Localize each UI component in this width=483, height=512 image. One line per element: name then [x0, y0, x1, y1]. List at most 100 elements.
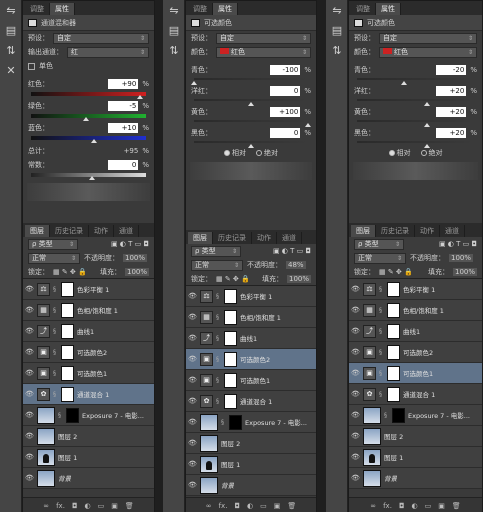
tab-layers-3[interactable]: 通道	[114, 225, 139, 237]
eye-icon[interactable]: 👁	[188, 334, 197, 342]
layer-row[interactable]: 👁 § Exposure 7 - 电影...	[349, 405, 482, 426]
layer-row[interactable]: 👁 § Exposure 7 - 电影...	[23, 405, 154, 426]
layer-mask[interactable]	[392, 407, 405, 423]
layers-action-icon[interactable]: fx.	[56, 502, 65, 510]
layer-mask[interactable]	[224, 330, 237, 346]
layer-mask[interactable]	[61, 323, 74, 339]
blend-mode-dropdown[interactable]: 正常	[191, 259, 243, 271]
layer-thumbnail[interactable]	[200, 413, 218, 431]
mask-tool-icon[interactable]: ▤	[0, 20, 22, 40]
slider-value-input[interactable]: +20	[436, 86, 467, 96]
eye-icon[interactable]: 👁	[25, 390, 34, 398]
eye-icon[interactable]: 👁	[351, 369, 360, 377]
eye-icon[interactable]: 👁	[188, 418, 197, 426]
eye-icon[interactable]: 👁	[25, 306, 34, 314]
slider-value-input[interactable]: +20	[436, 107, 467, 117]
eye-icon[interactable]: 👁	[25, 432, 34, 440]
layer-row[interactable]: 👁 ⤴ § 曲线1	[349, 321, 482, 342]
layers-action-icon[interactable]: ◐	[411, 502, 417, 510]
layer-mask[interactable]	[61, 386, 74, 402]
layer-row[interactable]: 👁 ▣ § 可选颜色2	[23, 342, 154, 363]
lock-icons[interactable]: ▦ ✎ ✥ 🔒	[53, 268, 87, 276]
layers-action-icon[interactable]: ◐	[247, 502, 253, 510]
layer-row[interactable]: 👁 背景	[349, 468, 482, 489]
slider-thumb[interactable]	[424, 102, 431, 106]
layers-action-icon[interactable]: ∞	[206, 502, 212, 510]
layers-action-icon[interactable]: 🗑	[125, 502, 134, 510]
filter-icons[interactable]: ▣ ◐ T ▭ ◘	[111, 240, 149, 248]
layers-action-icon[interactable]: ▣	[111, 502, 118, 510]
slider-track[interactable]	[357, 120, 474, 127]
layer-thumbnail[interactable]	[37, 406, 55, 424]
tab-layers-0[interactable]: 图层	[351, 225, 376, 237]
kind-filter-dropdown[interactable]: ρ 类型	[354, 238, 404, 250]
mask-tool-icon[interactable]: ▤	[163, 20, 185, 40]
eye-icon[interactable]: 👁	[25, 285, 34, 293]
kind-filter-dropdown[interactable]: ρ 类型	[191, 245, 241, 257]
tab-layers-1[interactable]: 历史记录	[50, 225, 89, 237]
tab-properties[interactable]: 属性	[50, 3, 75, 15]
layer-row[interactable]: 👁 ▦ § 色相/饱和度 1	[186, 307, 316, 328]
eye-icon[interactable]: 👁	[351, 327, 360, 335]
tab-layers-3[interactable]: 通道	[440, 225, 465, 237]
layer-thumbnail[interactable]	[37, 427, 55, 445]
layer-mask[interactable]	[61, 344, 74, 360]
layer-mask[interactable]	[224, 309, 237, 325]
eye-icon[interactable]: 👁	[351, 411, 360, 419]
layer-row[interactable]: 👁 ▣ § 可选颜色1	[23, 363, 154, 384]
layer-row[interactable]: 👁 ✿ § 通道混合 1	[349, 384, 482, 405]
slider-value-input[interactable]: +100	[270, 107, 301, 117]
layer-thumbnail[interactable]	[363, 427, 381, 445]
eye-icon[interactable]: 👁	[25, 453, 34, 461]
radio-absolute[interactable]: 绝对	[256, 148, 278, 158]
layer-thumbnail[interactable]	[200, 455, 218, 473]
channel-dropdown[interactable]: 红	[67, 46, 149, 58]
eye-icon[interactable]: 👁	[351, 432, 360, 440]
layers-action-icon[interactable]: ▣	[438, 502, 445, 510]
eye-icon[interactable]: 👁	[188, 481, 197, 489]
layer-mask[interactable]	[61, 302, 74, 318]
eye-icon[interactable]: 👁	[188, 355, 197, 363]
layers-action-icon[interactable]: ∞	[43, 502, 49, 510]
arrange-tool-icon[interactable]: ⇅	[163, 40, 185, 60]
slider-track[interactable]	[194, 120, 311, 127]
tab-properties[interactable]: 属性	[376, 3, 401, 15]
adjust-tool-icon[interactable]: ⇋	[326, 0, 348, 20]
layer-row[interactable]: 👁 ✿ § 通道混合 1	[23, 384, 154, 405]
eye-icon[interactable]: 👁	[188, 439, 197, 447]
tab-properties[interactable]: 属性	[213, 3, 238, 15]
layers-action-icon[interactable]: ◘	[72, 502, 78, 510]
slider-value-input[interactable]: -20	[436, 65, 467, 75]
eye-icon[interactable]: 👁	[351, 474, 360, 482]
slider-track[interactable]	[31, 92, 146, 99]
preset-dropdown[interactable]: 自定	[216, 32, 311, 44]
slider-thumb[interactable]	[248, 144, 254, 148]
layer-row[interactable]: 👁 图层 2	[349, 426, 482, 447]
slider-track[interactable]	[194, 99, 308, 106]
slider-track[interactable]	[357, 99, 474, 106]
layers-action-icon[interactable]: fx.	[219, 502, 228, 510]
slider-value-input[interactable]: -5	[108, 101, 139, 111]
slider-value-input[interactable]: -100	[270, 65, 301, 75]
adjust-tool-icon[interactable]: ⇋	[163, 0, 185, 20]
slider-track[interactable]	[194, 141, 308, 148]
eye-icon[interactable]: 👁	[188, 460, 197, 468]
layer-row[interactable]: 👁 图层 1	[186, 454, 316, 475]
slider-value-input[interactable]: 0	[270, 128, 301, 138]
slider-thumb[interactable]	[83, 117, 90, 121]
radio-absolute[interactable]: 绝对	[420, 148, 443, 158]
tab-adjust[interactable]: 调整	[188, 3, 213, 15]
tab-layers-1[interactable]: 历史记录	[376, 225, 415, 237]
eye-icon[interactable]: 👁	[351, 285, 360, 293]
layer-row[interactable]: 👁 ▣ § 可选颜色2	[349, 342, 482, 363]
constant-slider[interactable]	[31, 173, 146, 180]
slider-value-input[interactable]: +10	[108, 123, 139, 133]
slider-track[interactable]	[191, 78, 308, 85]
radio-relative[interactable]: 相对	[388, 148, 411, 158]
slider-track[interactable]	[31, 136, 146, 143]
eye-icon[interactable]: 👁	[25, 348, 34, 356]
filter-icons[interactable]: ▣ ◐ T ▭ ◘	[273, 247, 311, 255]
mask-tool-icon[interactable]: ▤	[326, 20, 348, 40]
adjust-tool-icon[interactable]: ⇋	[0, 0, 22, 20]
slider-value-input[interactable]: 0	[270, 86, 301, 96]
